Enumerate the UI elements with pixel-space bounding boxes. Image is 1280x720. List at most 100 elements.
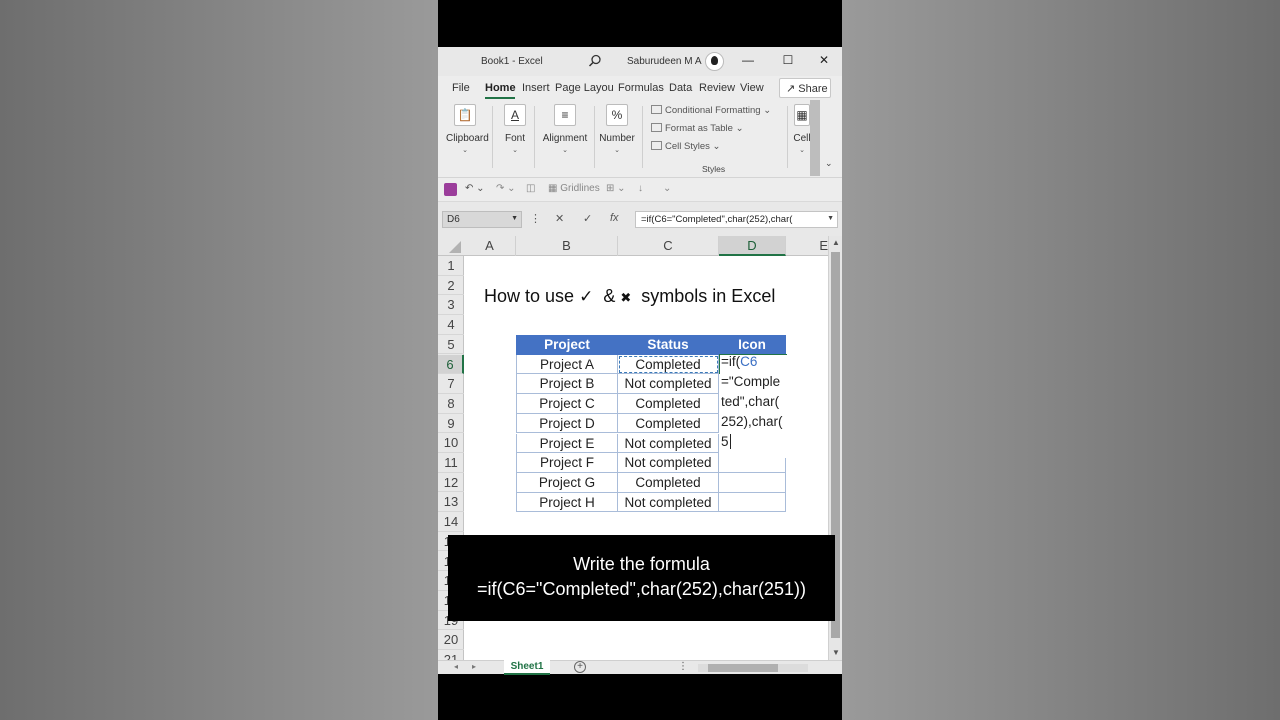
header-icon[interactable]: Icon: [719, 335, 786, 355]
ribbon-separator: [594, 106, 595, 168]
formula-input[interactable]: =if(C6="Completed",char(252),char( ▼: [635, 211, 838, 228]
save-icon[interactable]: [444, 183, 457, 196]
avatar[interactable]: [705, 52, 724, 71]
row-header-11[interactable]: 11: [438, 453, 464, 473]
scrollbar-thumb[interactable]: [708, 664, 778, 672]
conditional-formatting-icon: [651, 105, 662, 114]
project-cell[interactable]: Project H: [516, 492, 618, 513]
gridlines-checkbox[interactable]: ▦ Gridlines: [548, 183, 600, 194]
row-header-8[interactable]: 8: [438, 394, 464, 414]
column-header-a[interactable]: A: [464, 236, 516, 256]
alignment-label: Alignment: [542, 133, 588, 144]
row-header-14[interactable]: 14: [438, 512, 464, 532]
ribbon-separator: [787, 106, 788, 168]
project-cell[interactable]: Project C: [516, 394, 618, 414]
row-header-20[interactable]: 20: [438, 630, 464, 650]
row-header-5[interactable]: 5: [438, 335, 464, 355]
redo-icon[interactable]: ↷ ⌄: [496, 183, 516, 194]
status-cell[interactable]: Completed: [618, 354, 719, 375]
search-icon[interactable]: [588, 54, 602, 68]
status-cell[interactable]: Completed: [618, 472, 719, 493]
camera-icon[interactable]: ◫: [526, 183, 535, 194]
status-cell[interactable]: Not completed: [618, 374, 719, 395]
cancel-icon[interactable]: ✕: [555, 212, 564, 225]
project-cell[interactable]: Project G: [516, 472, 618, 493]
project-cell[interactable]: Project F: [516, 453, 618, 473]
header-status[interactable]: Status: [618, 335, 719, 355]
row-header-1[interactable]: 1: [438, 256, 464, 276]
column-header-d[interactable]: D: [719, 236, 786, 256]
icon-cell[interactable]: [719, 472, 786, 493]
project-cell[interactable]: Project E: [516, 433, 618, 454]
insert-function-icon[interactable]: fx: [610, 212, 619, 224]
clipboard-group[interactable]: 📋 Clipboard ⌄: [446, 104, 489, 154]
row-header-9[interactable]: 9: [438, 414, 464, 434]
status-cell[interactable]: Completed: [618, 394, 719, 414]
tab-home[interactable]: Home: [485, 82, 516, 94]
minimize-button[interactable]: —: [740, 53, 756, 67]
select-all-button[interactable]: [438, 236, 464, 256]
status-cell[interactable]: Not completed: [618, 433, 719, 454]
sort-icon[interactable]: ↓: [638, 183, 643, 194]
row-header-2[interactable]: 2: [438, 276, 464, 296]
maximize-button[interactable]: ☐: [780, 53, 796, 67]
project-cell[interactable]: Project A: [516, 354, 618, 375]
conditional-formatting-button[interactable]: Conditional Formatting ⌄: [651, 105, 771, 116]
alignment-icon: ≡: [554, 104, 576, 126]
ribbon-expand-icon[interactable]: ⌄: [825, 158, 833, 169]
more-icon[interactable]: ⋮: [530, 212, 541, 225]
horizontal-scrollbar[interactable]: [698, 664, 808, 672]
tab-file[interactable]: File: [452, 82, 470, 94]
close-button[interactable]: ✕: [816, 53, 832, 67]
font-group[interactable]: A Font ⌄: [500, 104, 530, 154]
project-cell[interactable]: Project D: [516, 413, 618, 434]
borders-icon[interactable]: ⊞ ⌄: [606, 183, 626, 194]
row-header-10[interactable]: 10: [438, 433, 464, 453]
tab-formulas[interactable]: Formulas: [618, 82, 664, 94]
ribbon-scrollbar[interactable]: [810, 100, 820, 176]
cell-d6-editor[interactable]: =if(C6 ="Comple ted",char( 252),char( 5​: [719, 354, 789, 458]
project-cell[interactable]: Project B: [516, 374, 618, 395]
row-header-12[interactable]: 12: [438, 473, 464, 493]
tab-insert[interactable]: Insert: [522, 82, 550, 94]
enter-icon[interactable]: ✓: [583, 212, 592, 225]
undo-icon[interactable]: ↶ ⌄: [465, 183, 485, 194]
qat-customize-icon[interactable]: ⌄: [663, 183, 671, 194]
chevron-down-icon: ⌄: [614, 147, 620, 154]
sheet-tab-sheet1[interactable]: Sheet1: [504, 660, 550, 675]
status-cell[interactable]: Not completed: [618, 453, 719, 473]
tab-view[interactable]: View: [740, 82, 764, 94]
row-header-3[interactable]: 3: [438, 295, 464, 316]
row-header-6[interactable]: 6: [438, 354, 464, 375]
cell-styles-icon: [651, 141, 662, 150]
icon-cell[interactable]: [719, 492, 786, 513]
tab-review[interactable]: Review: [699, 82, 735, 94]
number-group[interactable]: % Number ⌄: [598, 104, 636, 154]
column-header-b[interactable]: B: [516, 236, 618, 256]
cell-styles-button[interactable]: Cell Styles ⌄: [651, 141, 720, 152]
more-icon[interactable]: ⋮: [678, 661, 688, 672]
status-cell[interactable]: Completed: [618, 413, 719, 434]
share-icon: ↗: [786, 83, 796, 95]
share-button[interactable]: ↗ Share: [779, 78, 831, 98]
scroll-up-icon[interactable]: ▲: [832, 238, 840, 247]
alignment-group[interactable]: ≡ Alignment ⌄: [540, 104, 590, 154]
user-name[interactable]: Saburudeen M A: [627, 56, 702, 67]
column-header-c[interactable]: C: [618, 236, 719, 256]
row-header-7[interactable]: 7: [438, 374, 464, 394]
tab-data[interactable]: Data: [669, 82, 692, 94]
scroll-down-icon[interactable]: ▼: [832, 648, 840, 657]
status-cell[interactable]: Not completed: [618, 492, 719, 513]
prev-sheet-icon[interactable]: ◂: [454, 662, 458, 671]
ribbon: 📋 Clipboard ⌄ A Font ⌄ ≡ Alignment ⌄ % N…: [438, 100, 842, 178]
tab-page-layout[interactable]: Page Layou: [555, 82, 614, 94]
formula-bar: D6 ▼ ⋮ ✕ ✓ fx =if(C6="Completed",char(25…: [438, 202, 842, 236]
header-project[interactable]: Project: [516, 335, 618, 355]
name-box[interactable]: D6 ▼: [442, 211, 522, 228]
row-header-4[interactable]: 4: [438, 315, 464, 335]
column-header-e[interactable]: E: [786, 236, 828, 256]
next-sheet-icon[interactable]: ▸: [472, 662, 476, 671]
row-header-13[interactable]: 13: [438, 492, 464, 513]
add-sheet-icon[interactable]: +: [574, 661, 586, 673]
format-as-table-button[interactable]: Format as Table ⌄: [651, 123, 744, 134]
